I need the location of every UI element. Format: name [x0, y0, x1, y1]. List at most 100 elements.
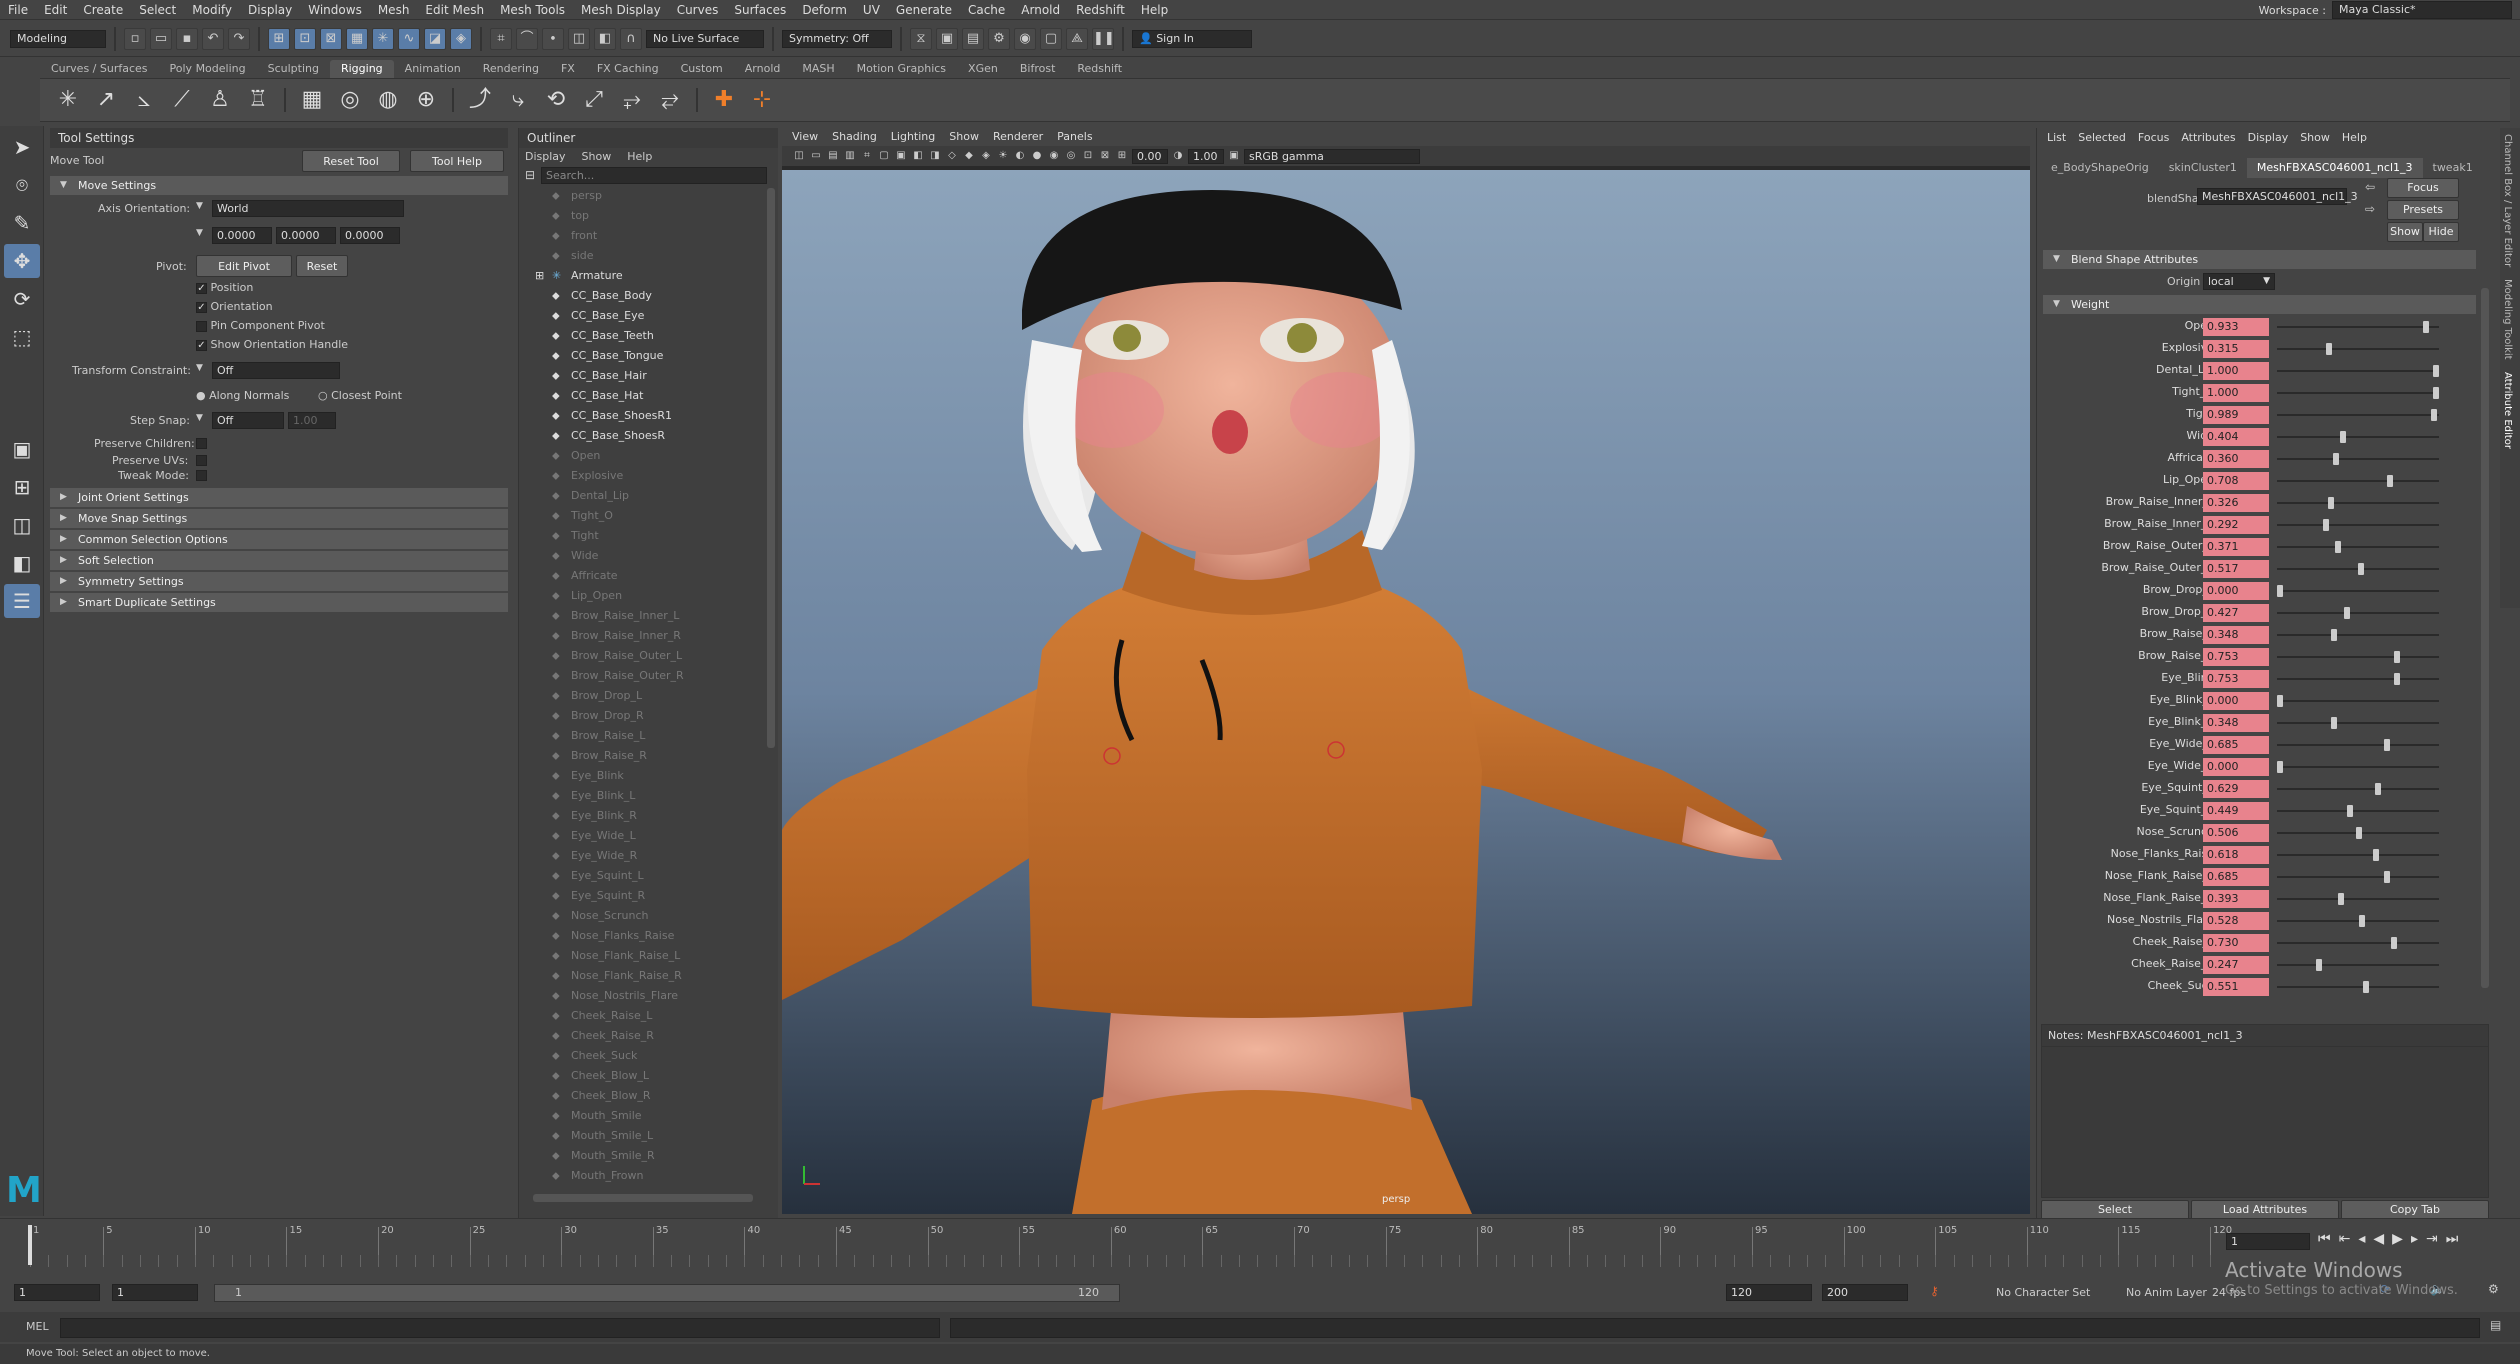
outliner-item[interactable]: ⬥ Nose_Scrunch	[519, 906, 778, 926]
weight-section[interactable]: Weight	[2043, 295, 2476, 314]
step-forward-frame-icon[interactable]: ▸	[2411, 1231, 2418, 1247]
axis-y-field[interactable]: 0.0000	[276, 227, 336, 244]
move-tool-icon[interactable]: ✥	[4, 244, 40, 278]
outliner-item[interactable]: ⬥ Mouth_Smile_R	[519, 1146, 778, 1166]
snap-point-icon[interactable]: ∙	[542, 27, 564, 50]
persp-outliner-layout-icon[interactable]: ◧	[4, 546, 40, 580]
exposure-field[interactable]: 0.00	[1132, 148, 1168, 164]
select-by-component-icon[interactable]: ⊠	[320, 27, 342, 50]
outliner-item[interactable]: ⬥ Eye_Wide_L	[519, 826, 778, 846]
viewport-panel[interactable]: View Shading Lighting Show Renderer Panels ◫ …	[782, 128, 2030, 1214]
attribute-editor-tab[interactable]: Attribute Editor	[2500, 366, 2515, 455]
paint-weights-icon[interactable]: ⊕	[410, 84, 442, 116]
outliner-item[interactable]: ⬥ Tight_O	[519, 506, 778, 526]
outliner-item[interactable]: ⬥ side	[519, 246, 778, 266]
outliner-hscrollbar[interactable]	[533, 1194, 753, 1202]
weight-slider-handle[interactable]	[2387, 475, 2394, 487]
weight-slider-handle[interactable]	[2373, 849, 2380, 861]
closest-point-radio[interactable]: ○ Closest Point	[318, 389, 402, 402]
weight-value-field[interactable]: 0.753	[2203, 670, 2269, 688]
step-back-frame-icon[interactable]: ◂	[2358, 1231, 2365, 1247]
gamma-field[interactable]: 1.00	[1188, 148, 1224, 164]
snap-view-icon[interactable]: ◫	[568, 27, 590, 50]
weight-slider-track[interactable]	[2277, 898, 2439, 900]
weight-value-field[interactable]: 0.427	[2203, 604, 2269, 622]
outliner-item[interactable]: ⬥ persp	[519, 186, 778, 206]
modeling-toolkit-tab[interactable]: Modeling Toolkit	[2500, 273, 2515, 366]
hypershade-icon[interactable]: ◉	[1014, 27, 1036, 50]
weight-value-field[interactable]: 0.360	[2203, 450, 2269, 468]
channel-box-tab[interactable]: Channel Box / Layer Editor	[2500, 128, 2515, 273]
outliner-scrollbar[interactable]	[767, 188, 775, 748]
outliner-item[interactable]: ⬥ Mouth_Smile_L	[519, 1126, 778, 1146]
weight-slider-handle[interactable]	[2331, 629, 2338, 641]
weight-slider-track[interactable]	[2277, 392, 2439, 394]
weight-slider-track[interactable]	[2277, 964, 2439, 966]
lattice-icon[interactable]: ▦	[296, 84, 328, 116]
dropdown-arrow-icon[interactable]: ▼	[196, 363, 203, 373]
outliner-item[interactable]: ⬥ CC_Base_Hat	[519, 386, 778, 406]
outliner-item[interactable]: ⬥ Nose_Flank_Raise_L	[519, 946, 778, 966]
weight-slider-handle[interactable]	[2322, 519, 2329, 531]
outliner-item[interactable]: ⬥ Lip_Open	[519, 586, 778, 606]
anti-alias-icon[interactable]: ◎	[1064, 149, 1078, 163]
common-selection-options-section[interactable]: Common Selection Options	[50, 530, 508, 549]
render-view-icon[interactable]: ▢	[1040, 27, 1062, 50]
blendshape-name-field[interactable]: MeshFBXASC046001_ncl1_3	[2197, 188, 2358, 205]
weight-slider-handle[interactable]	[2362, 981, 2369, 993]
transform-constraint-dropdown[interactable]: Off	[212, 362, 340, 379]
aim-constraint-icon[interactable]: ⥅	[616, 84, 648, 116]
menu-generate[interactable]: Generate	[888, 0, 960, 20]
weight-slider-track[interactable]	[2277, 854, 2439, 856]
edit-pivot-button[interactable]: Edit Pivot	[196, 255, 292, 277]
bookmarks-icon[interactable]: ▤	[826, 149, 840, 163]
range-slider[interactable]: 1 120	[214, 1284, 1120, 1302]
color-management-icon[interactable]: ▣	[1227, 149, 1241, 163]
go-to-start-icon[interactable]: ⏮	[2318, 1231, 2331, 1247]
attr-menu-focus[interactable]: Focus	[2138, 128, 2169, 148]
shelf-tab-mash[interactable]: MASH	[791, 60, 845, 78]
weight-value-field[interactable]: 0.000	[2203, 692, 2269, 710]
snap-curve-icon[interactable]: ⌒	[516, 27, 538, 50]
menu-cache[interactable]: Cache	[960, 0, 1013, 20]
select-by-hierarchy-icon[interactable]: ⊞	[268, 27, 290, 50]
step-forward-key-icon[interactable]: ⇥	[2426, 1231, 2438, 1247]
lights-icon[interactable]: ☀	[996, 149, 1010, 163]
menu-arnold[interactable]: Arnold	[1013, 0, 1068, 20]
snap-grid-icon[interactable]: ⌗	[490, 27, 512, 50]
weight-slider-handle[interactable]	[2277, 585, 2283, 597]
axis-orientation-dropdown[interactable]: World	[212, 200, 404, 217]
outliner-item[interactable]: ⬥ Wide	[519, 546, 778, 566]
outliner-item[interactable]: ⬥ top	[519, 206, 778, 226]
anim-layer-dropdown[interactable]: No Anim Layer	[2126, 1286, 2207, 1299]
orientation-checkbox[interactable]: ✓ Orientation	[196, 300, 273, 313]
scale-tool-icon[interactable]: ⬚	[4, 320, 40, 354]
animation-end-field[interactable]: 200	[1822, 1284, 1908, 1301]
weight-slider-track[interactable]	[2277, 942, 2439, 944]
color-space-dropdown[interactable]: sRGB gamma	[1244, 148, 1420, 164]
symmetry-dropdown[interactable]: Symmetry: Off	[782, 29, 892, 48]
ik-handle-icon[interactable]: ⦣	[128, 84, 160, 116]
paint-select-icon[interactable]: ✎	[4, 206, 40, 240]
load-attributes-button[interactable]: Load Attributes	[2191, 1200, 2339, 1220]
weight-value-field[interactable]: 0.247	[2203, 956, 2269, 974]
weight-slider-handle[interactable]	[2315, 959, 2322, 971]
focus-button[interactable]: Focus	[2387, 178, 2459, 198]
outliner-item[interactable]: ⬥ Mouth_Frown	[519, 1166, 778, 1186]
render-frame-icon[interactable]: ▣	[936, 27, 958, 50]
go-to-input-icon[interactable]: ⇦	[2365, 180, 2375, 194]
pin-component-pivot-checkbox[interactable]: Pin Component Pivot	[196, 319, 325, 332]
menu-windows[interactable]: Windows	[300, 0, 370, 20]
weight-value-field[interactable]: 0.517	[2203, 560, 2269, 578]
weight-value-field[interactable]: 0.292	[2203, 516, 2269, 534]
rotate-tool-icon[interactable]: ⟳	[4, 282, 40, 316]
camera-attributes-icon[interactable]: ▭	[809, 149, 823, 163]
undo-icon[interactable]: ↶	[202, 27, 224, 50]
outliner-item[interactable]: ⬥ CC_Base_Hair	[519, 366, 778, 386]
menu-create[interactable]: Create	[75, 0, 131, 20]
weight-value-field[interactable]: 0.315	[2203, 340, 2269, 358]
auto-key-icon[interactable]: ⚷	[1930, 1284, 1939, 1298]
select-tool-icon[interactable]: ➤	[4, 130, 40, 164]
weight-value-field[interactable]: 1.000	[2203, 384, 2269, 402]
weight-slider-handle[interactable]	[2347, 805, 2354, 817]
